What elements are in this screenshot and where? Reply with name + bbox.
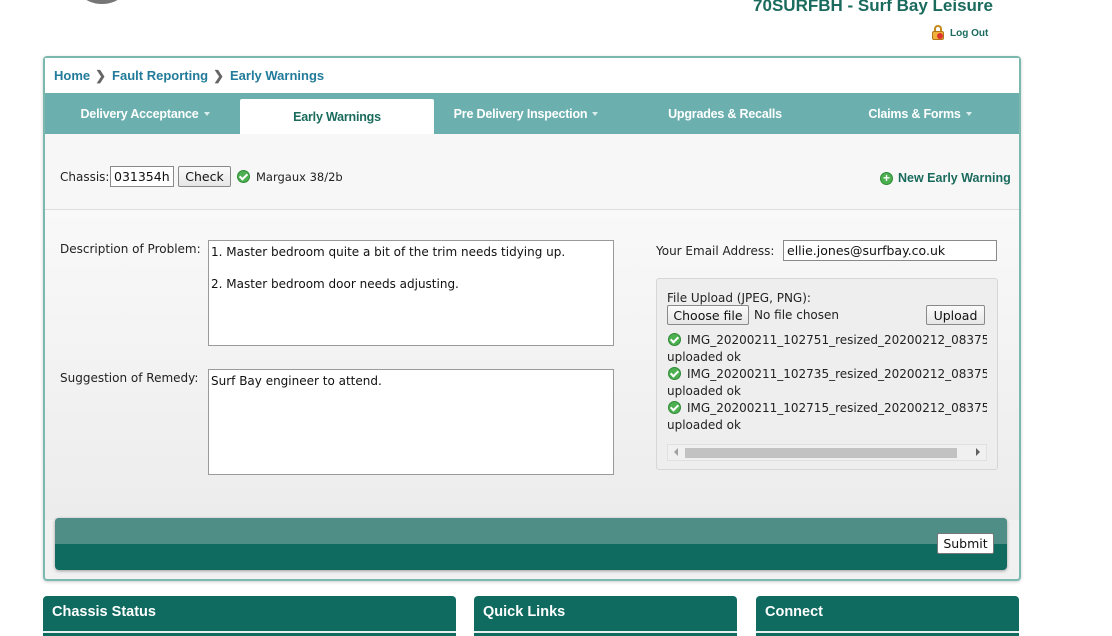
logout-link[interactable]: Log Out [931, 25, 988, 41]
nav-delivery-acceptance[interactable]: Delivery Acceptance [51, 93, 239, 134]
description-textarea[interactable]: 1. Master bedroom quite a bit of the tri… [208, 240, 614, 346]
chevron-right-icon: ❯ [213, 67, 224, 83]
nav-label: Early Warnings [293, 109, 381, 124]
uploaded-file-status: uploaded ok [667, 350, 741, 364]
chassis-label: Chassis: [60, 170, 110, 184]
caret-down-icon [203, 111, 210, 116]
file-upload-box: File Upload (JPEG, PNG): Choose file No … [656, 278, 998, 470]
company-logo [70, 0, 134, 4]
caret-down-icon [965, 111, 972, 116]
connect-widget: Connect [756, 596, 1019, 636]
chassis-status-widget: Chassis Status [43, 596, 456, 636]
remedy-textarea[interactable]: Surf Bay engineer to attend. [208, 369, 614, 475]
scrollbar-thumb[interactable] [685, 448, 957, 458]
uploaded-file-status: uploaded ok [667, 418, 741, 432]
email-label: Your Email Address: [656, 244, 775, 258]
nav-label: Upgrades & Recalls [668, 106, 782, 121]
upload-ok-icon [668, 333, 681, 346]
email-input[interactable] [783, 240, 997, 261]
upload-button[interactable]: Upload [926, 305, 985, 325]
quick-links-widget: Quick Links [474, 596, 737, 636]
widget-title: Connect [765, 604, 823, 620]
nav-label: Pre Delivery Inspection [453, 106, 588, 121]
remedy-label: Suggestion of Remedy: [60, 371, 199, 385]
logout-label[interactable]: Log Out [950, 28, 988, 39]
caret-down-icon [592, 111, 599, 116]
nav-pre-delivery-inspection[interactable]: Pre Delivery Inspection [437, 93, 615, 134]
nav-upgrades-recalls[interactable]: Upgrades & Recalls [635, 93, 815, 134]
breadcrumb-early-warnings[interactable]: Early Warnings [230, 68, 324, 83]
widget-title: Quick Links [483, 604, 566, 620]
breadcrumb-fault-reporting[interactable]: Fault Reporting [112, 68, 208, 83]
upload-ok-icon [668, 401, 681, 414]
new-early-warning-link[interactable]: + New Early Warning [880, 171, 1011, 185]
horizontal-scrollbar[interactable] [667, 444, 987, 461]
chassis-model: Margaux 38/2b [256, 170, 343, 184]
choose-file-button[interactable]: Choose file [667, 305, 749, 325]
fault-form: Description of Problem: 1. Master bedroo… [45, 210, 1019, 520]
scroll-left-icon[interactable] [674, 448, 678, 456]
widget-title: Chassis Status [52, 604, 156, 620]
check-ok-icon [237, 170, 250, 183]
add-circle-icon: + [880, 171, 893, 185]
description-label: Description of Problem: [60, 242, 201, 256]
lock-icon [931, 25, 945, 41]
chassis-input[interactable] [110, 166, 174, 187]
upload-label: File Upload (JPEG, PNG): [667, 291, 811, 305]
nav-claims-forms[interactable]: Claims & Forms [825, 93, 1015, 134]
uploaded-file-name: IMG_20200211_102735_resized_20200212_083… [687, 367, 987, 381]
nav-early-warnings[interactable]: Early Warnings [240, 99, 434, 134]
uploaded-file-name: IMG_20200211_102751_resized_20200212_083… [687, 333, 987, 347]
main-nav: Delivery Acceptance Early Warnings Pre D… [45, 93, 1019, 134]
submit-button[interactable]: Submit [937, 533, 994, 554]
upload-ok-icon [668, 367, 681, 380]
new-early-warning-label: New Early Warning [898, 171, 1011, 185]
submit-bar-highlight [55, 518, 1007, 544]
scroll-right-icon[interactable] [976, 448, 980, 456]
breadcrumb-home[interactable]: Home [54, 68, 90, 83]
nav-label: Delivery Acceptance [80, 106, 199, 121]
chevron-right-icon: ❯ [95, 67, 107, 83]
check-button[interactable]: Check [178, 166, 231, 187]
uploaded-file-status: uploaded ok [667, 384, 741, 398]
chassis-row: Chassis: Check Margaux 38/2b + New Early… [45, 134, 1019, 210]
submit-bar: Submit [55, 518, 1007, 570]
dealer-title: 70SURFBH - Surf Bay Leisure [753, 0, 993, 15]
early-warnings-panel: Home ❯ Fault Reporting ❯ Early Warnings … [43, 56, 1021, 581]
nav-label: Claims & Forms [868, 106, 961, 121]
uploaded-file-name: IMG_20200211_102715_resized_20200212_083… [687, 401, 987, 415]
breadcrumb: Home ❯ Fault Reporting ❯ Early Warnings [45, 58, 1019, 93]
no-file-text: No file chosen [754, 308, 840, 322]
